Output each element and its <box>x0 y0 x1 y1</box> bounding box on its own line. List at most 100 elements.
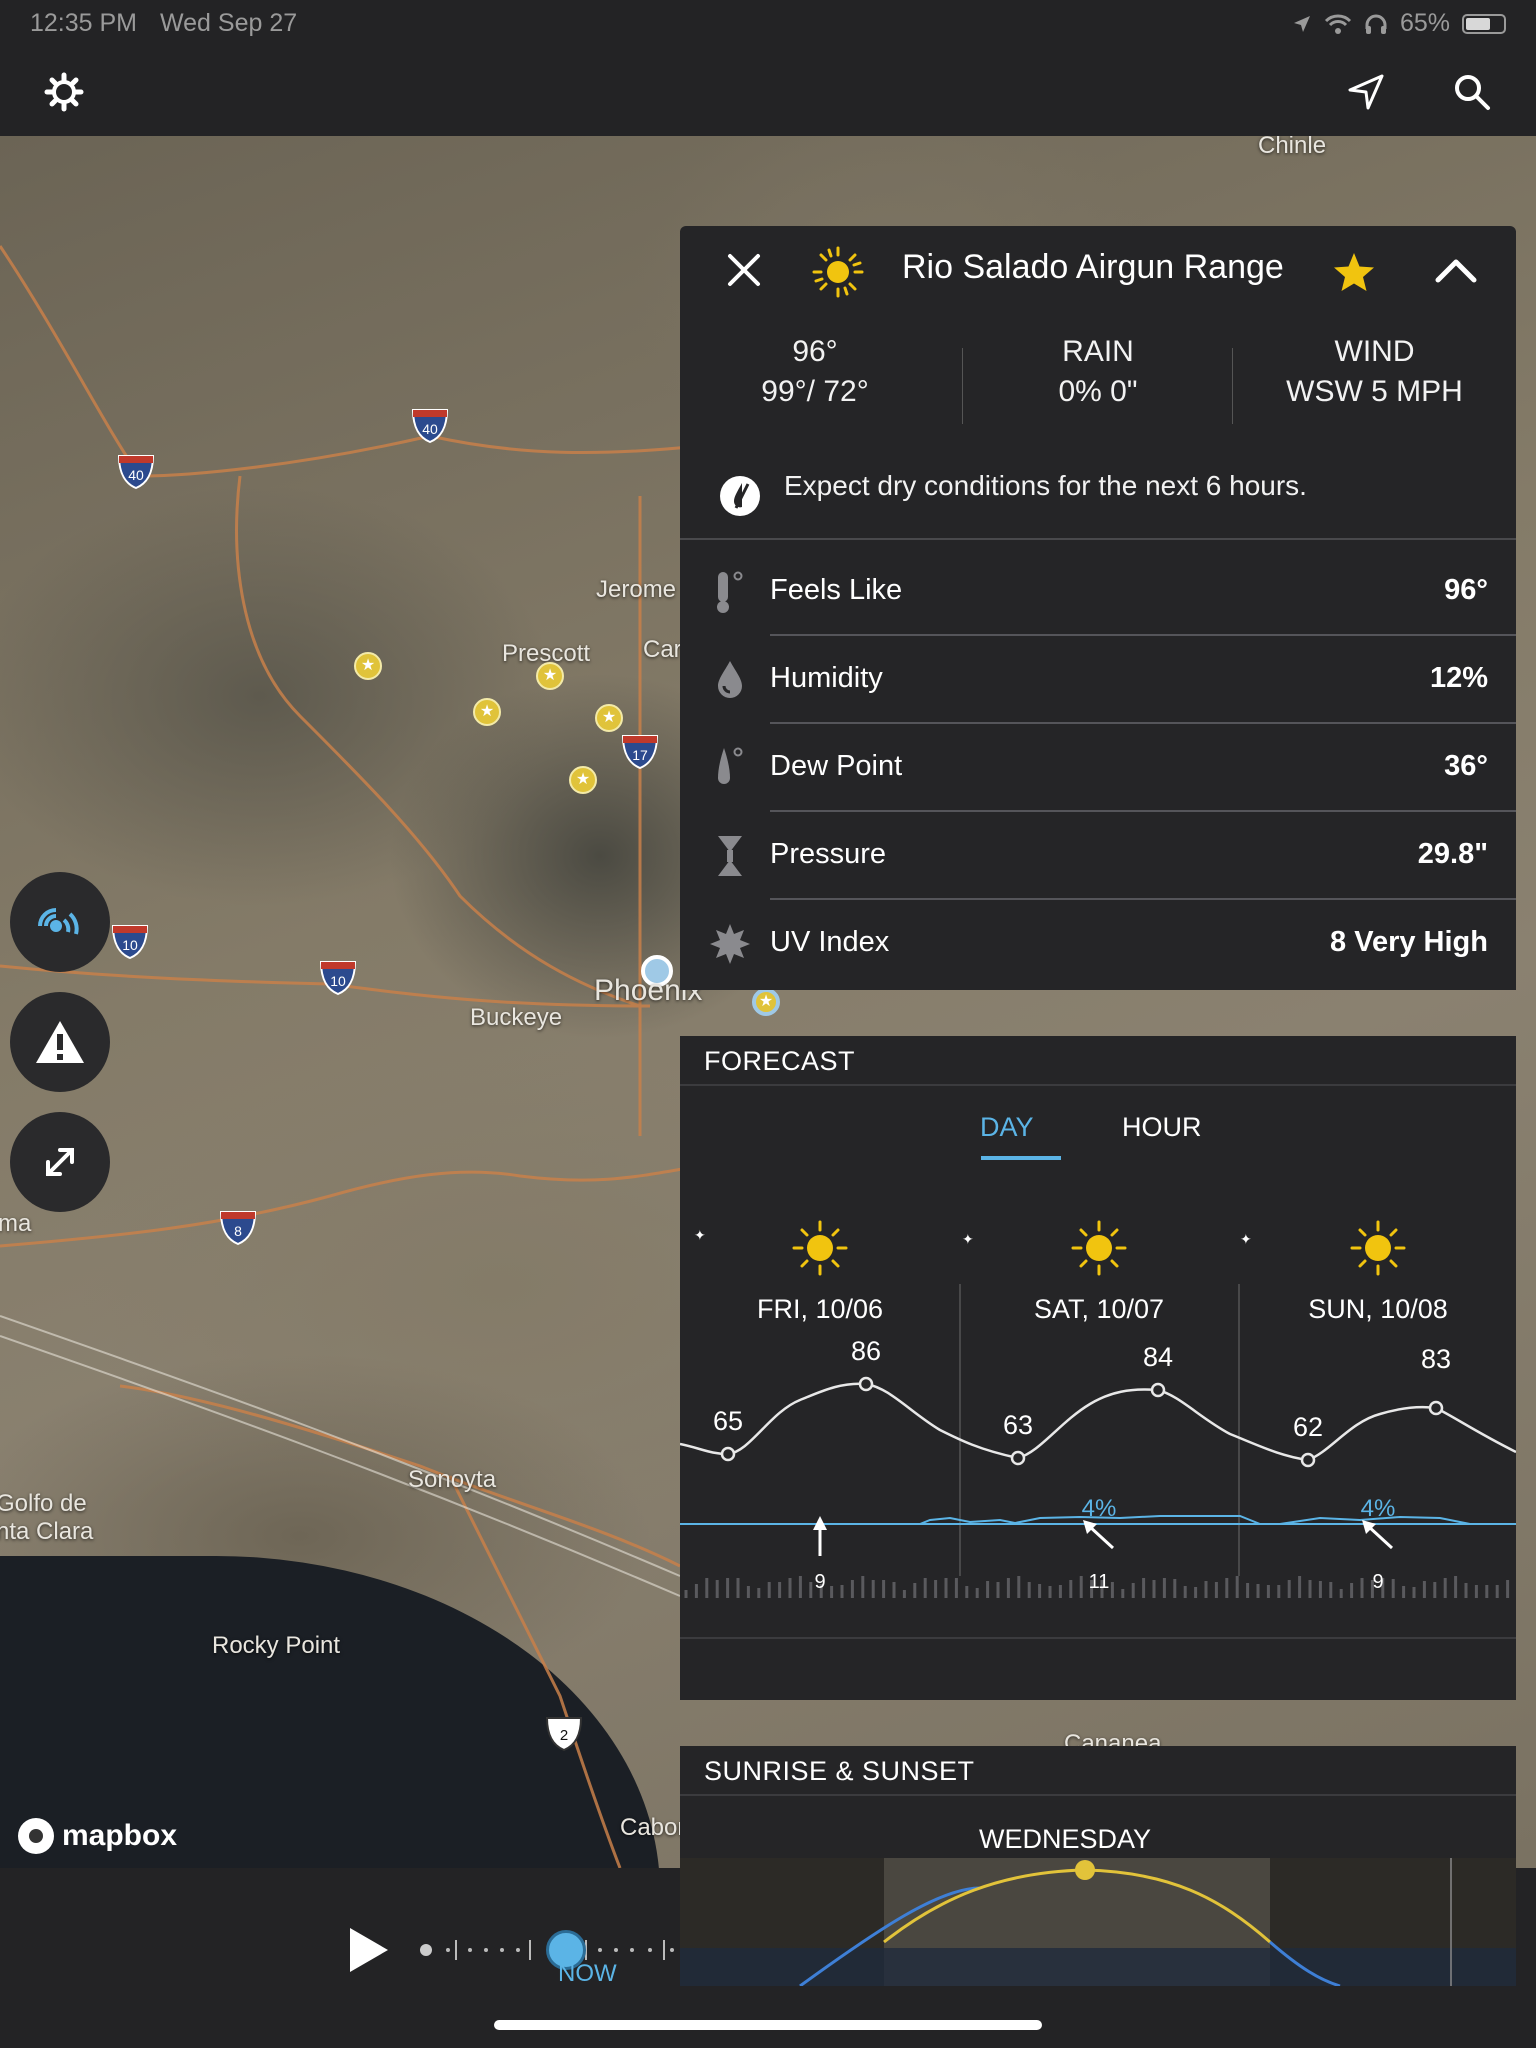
svg-text:✦: ✦ <box>962 1232 974 1248</box>
shield-number: 40 <box>128 467 144 483</box>
play-button[interactable] <box>350 1928 388 1972</box>
interstate-shield-icon: 10 <box>319 961 357 996</box>
alerts-button[interactable] <box>10 992 110 1092</box>
detail-value: 36° <box>1444 750 1488 782</box>
wind-label: WIND <box>1334 335 1415 368</box>
my-location-button[interactable] <box>1334 60 1398 124</box>
map-label-rocky-point: Rocky Point <box>212 1632 341 1659</box>
settings-button[interactable] <box>32 60 96 124</box>
detail-row-feels-like: Feels Like 96° <box>680 548 1516 636</box>
shield-number: 8 <box>234 1223 242 1239</box>
detail-label: Feels Like <box>770 574 903 606</box>
search-button[interactable] <box>1440 60 1504 124</box>
shield-number: 10 <box>330 973 346 989</box>
timeline-track[interactable] <box>410 1938 680 1962</box>
highway-shield-icon: 2 <box>545 1717 583 1752</box>
detail-row-dew-point: Dew Point 36° <box>680 724 1516 812</box>
map-label-car: Car <box>643 636 682 663</box>
forecast-header: FORECAST <box>680 1036 1516 1086</box>
detail-row-pressure: Pressure 29.8" <box>680 812 1516 900</box>
selected-location-marker[interactable]: ★ <box>752 988 780 1016</box>
current-temp: 96° <box>792 335 838 368</box>
detail-value: 96° <box>1444 574 1488 606</box>
wind-arrow-icon <box>813 1516 827 1556</box>
mapbox-attribution[interactable]: mapbox <box>18 1818 177 1854</box>
saved-location-marker[interactable]: ★ <box>569 766 597 794</box>
mapbox-logo-icon <box>18 1818 54 1854</box>
dry-conditions-icon <box>720 476 760 516</box>
saved-location-marker[interactable]: ★ <box>473 698 501 726</box>
precip-notice: Expect dry conditions for the next 6 hou… <box>680 458 1516 534</box>
tab-day[interactable]: DAY <box>980 1112 1034 1143</box>
sunrise-sunset-panel: SUNRISE & SUNSET WEDNESDAY <box>680 1746 1516 1986</box>
sunrise-header: SUNRISE & SUNSET <box>680 1746 1516 1796</box>
forecast-title: FORECAST <box>704 1046 856 1076</box>
shield-number: 2 <box>560 1727 568 1744</box>
rain-label: RAIN <box>1062 335 1134 368</box>
sun-path-chart <box>680 1858 1516 1986</box>
saved-location-marker[interactable]: ★ <box>536 662 564 690</box>
interstate-shield-icon: 10 <box>111 925 149 960</box>
uv-sun-icon <box>710 924 750 964</box>
detail-value: 8 Very High <box>1330 926 1488 958</box>
card-header: Rio Salado Airgun Range <box>680 226 1516 316</box>
saved-location-marker[interactable]: ★ <box>595 704 623 732</box>
low-temp-label: 65 <box>713 1406 743 1436</box>
favorite-star-icon[interactable] <box>1332 250 1376 294</box>
radar-layer-button[interactable] <box>10 872 110 972</box>
precip-label: 4% <box>1082 1495 1117 1522</box>
map-label-buckeye: Buckeye <box>470 1004 563 1031</box>
sunrise-day-label: WEDNESDAY <box>978 1824 1152 1854</box>
map-label-jerome: Jerome <box>596 576 677 603</box>
map-label-yuma: ma <box>0 1210 32 1237</box>
wind-speed-label: 11 <box>1089 1571 1110 1593</box>
moon-icon: ✦ <box>938 1226 974 1270</box>
location-title: Rio Salado Airgun Range <box>902 248 1284 286</box>
map-label-chinle: Chinle <box>1258 136 1327 159</box>
low-temp-label: 62 <box>1293 1412 1323 1442</box>
now-label: NOW <box>558 1960 617 1987</box>
thermometer-icon <box>717 571 743 613</box>
svg-text:✦: ✦ <box>694 1228 706 1244</box>
headphones-icon <box>1365 14 1387 34</box>
forecast-chart[interactable]: ✦ ✦ ✦ FRI, 10/06 SAT, 10/07 SUN, 10/08 6… <box>680 1152 1516 1700</box>
home-indicator[interactable] <box>494 2020 1042 2030</box>
chevron-up-icon[interactable] <box>1434 252 1478 288</box>
detail-value: 29.8" <box>1417 838 1488 870</box>
day-label: SUN, 10/08 <box>1308 1294 1448 1324</box>
svg-text:✦: ✦ <box>1240 1232 1252 1248</box>
temperature-block: 96° 99°/ 72° <box>680 332 950 412</box>
shield-number: 10 <box>122 937 138 953</box>
sunny-icon <box>812 246 864 298</box>
status-icons: 65% <box>1292 9 1506 38</box>
detail-label: Humidity <box>770 662 883 694</box>
expand-button[interactable] <box>10 1112 110 1212</box>
saved-location-marker[interactable]: ★ <box>354 652 382 680</box>
interstate-shield-icon: 17 <box>621 735 659 770</box>
sun-position-icon <box>1075 1860 1095 1880</box>
sunny-icon <box>1350 1220 1406 1276</box>
current-summary: 96° 99°/ 72° RAIN 0% 0" WIND WSW 5 MPH <box>680 332 1516 432</box>
shield-number: 17 <box>632 747 648 763</box>
high-temp-label: 86 <box>851 1336 881 1366</box>
wind-block: WIND WSW 5 MPH <box>1233 332 1516 412</box>
map-label-sonoyta: Sonoyta <box>408 1466 497 1493</box>
moon-icon: ✦ <box>1216 1226 1252 1270</box>
status-bar: 12:35 PM Wed Sep 27 65% <box>0 0 1536 48</box>
wind-speed-label: 9 <box>814 1571 825 1593</box>
warning-icon <box>36 1021 84 1063</box>
rain-block: RAIN 0% 0" <box>963 332 1233 412</box>
wifi-icon <box>1324 14 1352 34</box>
sunny-icon <box>792 1220 848 1276</box>
battery-icon <box>1462 13 1506 34</box>
high-temp-label: 84 <box>1143 1342 1173 1372</box>
day-label: FRI, 10/06 <box>757 1294 883 1324</box>
tab-hour[interactable]: HOUR <box>1122 1112 1202 1143</box>
interstate-shield-icon: 40 <box>411 409 449 444</box>
close-icon[interactable] <box>724 250 764 290</box>
wind-value: WSW 5 MPH <box>1286 375 1463 408</box>
top-toolbar <box>0 48 1536 136</box>
interstate-shield-icon: 40 <box>117 455 155 490</box>
forecast-panel: FORECAST DAY HOUR ✦ ✦ ✦ FRI, 10/06 SAT, … <box>680 1036 1516 1700</box>
rain-value: 0% 0" <box>1058 375 1138 408</box>
